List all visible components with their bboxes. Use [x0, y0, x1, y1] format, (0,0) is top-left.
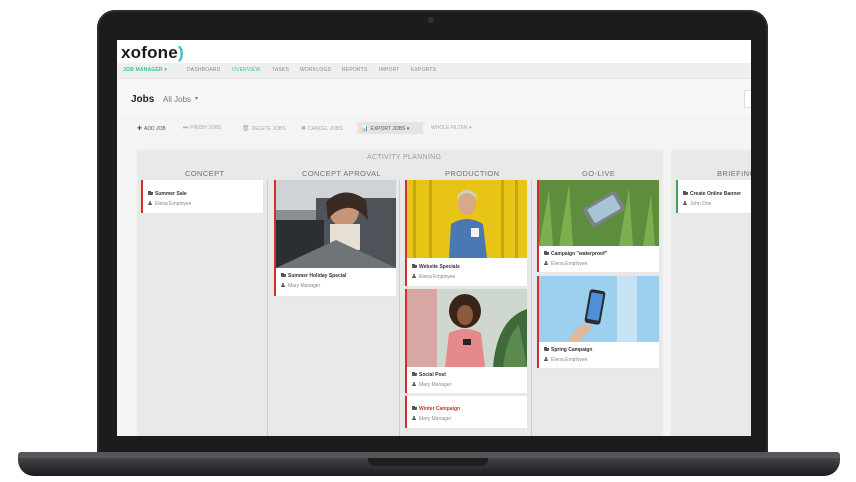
- nav-overview[interactable]: OVERVIEW: [232, 67, 260, 73]
- woman-phone-photo: [407, 289, 527, 367]
- folder-icon: [412, 263, 417, 268]
- folder-icon: [412, 405, 417, 410]
- job-card-winter-campaign[interactable]: Winter Campaign Mary Manager: [405, 396, 527, 428]
- jobs-filter-select[interactable]: All Jobs: [163, 95, 191, 104]
- folder-icon: [544, 250, 549, 255]
- yellow-wall-photo: [407, 180, 527, 258]
- top-bar: xofone): [117, 40, 751, 63]
- nav-job-manager[interactable]: JOB MANAGER ▾: [123, 67, 167, 73]
- phone-in-grass-photo: [539, 180, 659, 246]
- card-title: Website Specials: [412, 263, 460, 270]
- folder-icon: [412, 371, 417, 376]
- column-divider: [399, 180, 400, 436]
- column-divider: [267, 180, 268, 436]
- job-card-website-specials[interactable]: Website Specials Elena Employee: [405, 180, 527, 286]
- folder-icon: [148, 190, 153, 195]
- nav-tasks[interactable]: TASKS: [272, 67, 289, 73]
- nav-import[interactable]: IMPORT: [379, 67, 400, 73]
- column-title-concept-aproval: CONCEPT APROVAL: [302, 169, 382, 178]
- card-title: Summer Holiday Special: [281, 272, 346, 279]
- user-icon: [683, 201, 687, 205]
- toolbar: ✚ ADD JOB ⏭ FINISH JOBS 🗑 DELETE JOBS ✖ CANC…: [117, 120, 751, 138]
- job-card-spring-campaign[interactable]: Spring Campaign Elena Employee: [537, 276, 659, 368]
- column-title-briefing: BRIEFING: [717, 169, 751, 178]
- user-icon: [544, 357, 548, 361]
- nav-dashboard[interactable]: DASHBOARD: [187, 67, 220, 73]
- card-assignee: John Doe: [683, 201, 711, 207]
- user-icon: [412, 274, 416, 278]
- export-jobs-button[interactable]: 📊 EXPORT JOBS ▾: [361, 125, 409, 132]
- column-title-production: PRODUCTION: [445, 169, 500, 178]
- search-input[interactable]: [744, 90, 751, 108]
- delete-jobs-button[interactable]: 🗑 DELETE JOBS: [242, 125, 286, 132]
- folder-icon: [281, 272, 286, 277]
- hand-phone-sky-photo: [539, 276, 659, 342]
- kanban-board-briefing: BRIEFING Create Online Banner John Doe: [671, 150, 751, 436]
- card-assignee: Elena Employee: [544, 261, 587, 267]
- main-nav: JOB MANAGER ▾ DASHBOARD OVERVIEW TASKS W…: [117, 63, 751, 79]
- nav-reports[interactable]: REPORTS: [342, 67, 367, 73]
- card-title: Summer Sale: [148, 190, 187, 197]
- card-assignee: Elena Employee: [544, 357, 587, 363]
- user-icon: [412, 382, 416, 386]
- chevron-down-icon[interactable]: ▾: [195, 95, 198, 102]
- folder-icon: [544, 346, 549, 351]
- card-assignee: Elena Employee: [412, 274, 455, 280]
- user-icon: [544, 261, 548, 265]
- nav-worklogs[interactable]: WORKLOGS: [300, 67, 331, 73]
- add-job-button[interactable]: ✚ ADD JOB: [137, 125, 166, 132]
- job-card-summer-holiday[interactable]: Summer Holiday Special Mary Manager: [274, 180, 396, 296]
- nav-exports[interactable]: EXPORTS: [411, 67, 436, 73]
- card-assignee: Elena Employee: [148, 201, 191, 207]
- laptop-notch: [368, 458, 488, 466]
- app-logo[interactable]: xofone): [121, 43, 184, 63]
- card-assignee: Mary Manager: [281, 283, 320, 289]
- column-title-concept: CONCEPT: [185, 169, 225, 178]
- column-divider: [531, 180, 532, 436]
- user-icon: [412, 416, 416, 420]
- job-card-summer-sale[interactable]: Summer Sale Elena Employee: [141, 180, 263, 213]
- jobs-header: Jobs All Jobs ▾: [117, 79, 751, 116]
- kanban-board: ACTIVITY PLANNING CONCEPT CONCEPT APROVA…: [137, 150, 663, 436]
- card-title: Winter Campaign: [412, 405, 460, 412]
- user-icon: [148, 201, 152, 205]
- skip-icon: ⏭: [183, 125, 189, 131]
- trash-icon: 🗑: [242, 126, 250, 132]
- car-window-photo: [276, 180, 396, 268]
- card-title: Create Online Banner: [683, 190, 741, 197]
- close-icon: ✖: [301, 126, 307, 132]
- camera-dot: [428, 17, 434, 23]
- plus-icon: ✚: [137, 126, 143, 132]
- finish-jobs-button[interactable]: ⏭ FINISH JOBS: [183, 125, 221, 132]
- card-title: Social Post: [412, 371, 446, 378]
- job-card-social-post[interactable]: Social Post Mary Manager: [405, 289, 527, 393]
- card-assignee: Mary Manager: [412, 416, 451, 422]
- chart-icon: 📊: [361, 126, 369, 132]
- card-assignee: Mary Manager: [412, 382, 451, 388]
- folder-icon: [683, 190, 688, 195]
- user-icon: [281, 283, 285, 287]
- cancel-jobs-button[interactable]: ✖ CANCEL JOBS: [301, 125, 343, 132]
- job-card-create-online-banner[interactable]: Create Online Banner John Doe: [676, 180, 751, 213]
- column-title-go-live: GO-LIVE: [582, 169, 616, 178]
- activity-planning-label: ACTIVITY PLANNING: [367, 154, 442, 161]
- whole-filter-button[interactable]: WHOLE FILTER ▾: [431, 125, 471, 131]
- card-title: Spring Campaign: [544, 346, 592, 353]
- card-title: Campaign "waterproof": [544, 250, 607, 257]
- job-card-campaign-waterproof[interactable]: Campaign "waterproof" Elena Employee: [537, 180, 659, 272]
- page-title: Jobs: [131, 94, 155, 105]
- app-screen: xofone) JOB MANAGER ▾ DASHBOARD OVERVIEW…: [117, 40, 751, 436]
